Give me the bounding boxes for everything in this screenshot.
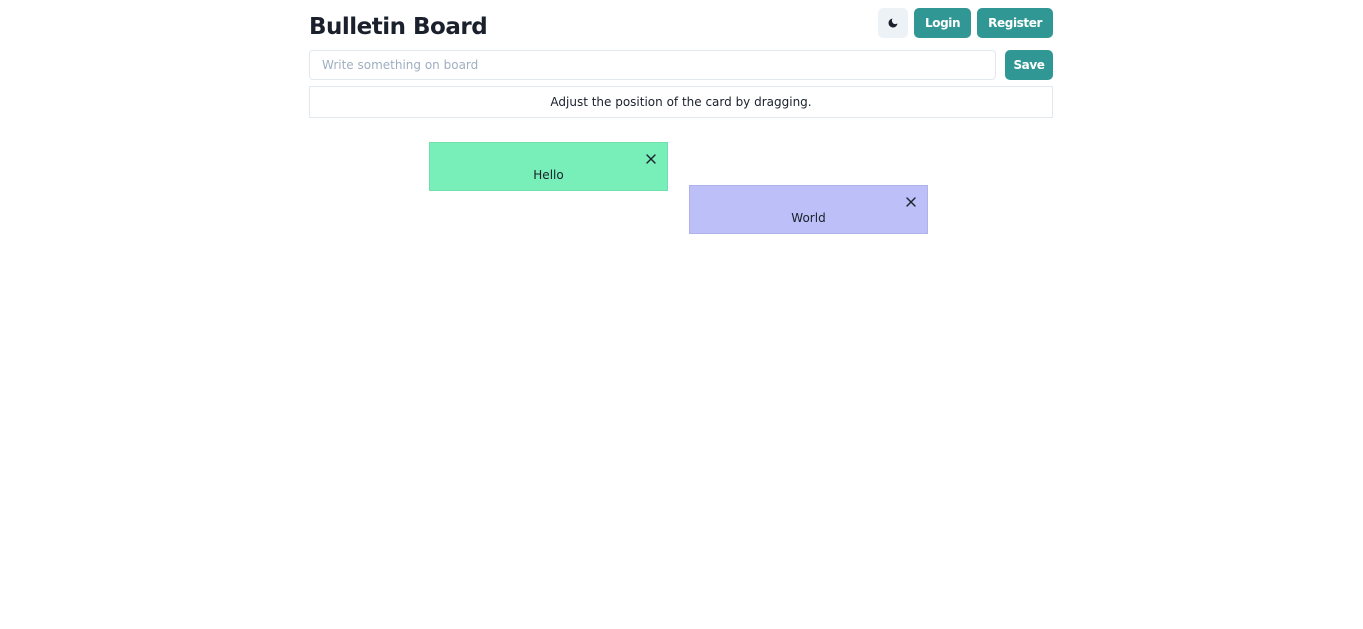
theme-toggle-button[interactable]	[878, 8, 909, 38]
save-button[interactable]: Save	[1005, 50, 1053, 80]
close-icon	[646, 154, 656, 164]
login-button[interactable]: Login	[914, 8, 972, 38]
drag-hint: Adjust the position of the card by dragg…	[309, 86, 1053, 118]
close-icon	[906, 197, 916, 207]
board-card[interactable]: World	[689, 185, 928, 234]
board-text-input[interactable]	[309, 50, 996, 80]
card-text: World	[791, 211, 826, 225]
board-card[interactable]: Hello	[429, 142, 668, 191]
register-button[interactable]: Register	[977, 8, 1053, 38]
composer-row: Save	[309, 50, 1053, 80]
card-close-button[interactable]	[905, 195, 917, 207]
card-close-button[interactable]	[645, 152, 657, 164]
app-container: Bulletin Board Login Register Save Adjus…	[309, 0, 1053, 629]
card-text: Hello	[533, 168, 564, 182]
page-title: Bulletin Board	[309, 14, 488, 40]
moon-icon	[888, 18, 898, 28]
header-toolbar: Login Register	[878, 8, 1053, 38]
